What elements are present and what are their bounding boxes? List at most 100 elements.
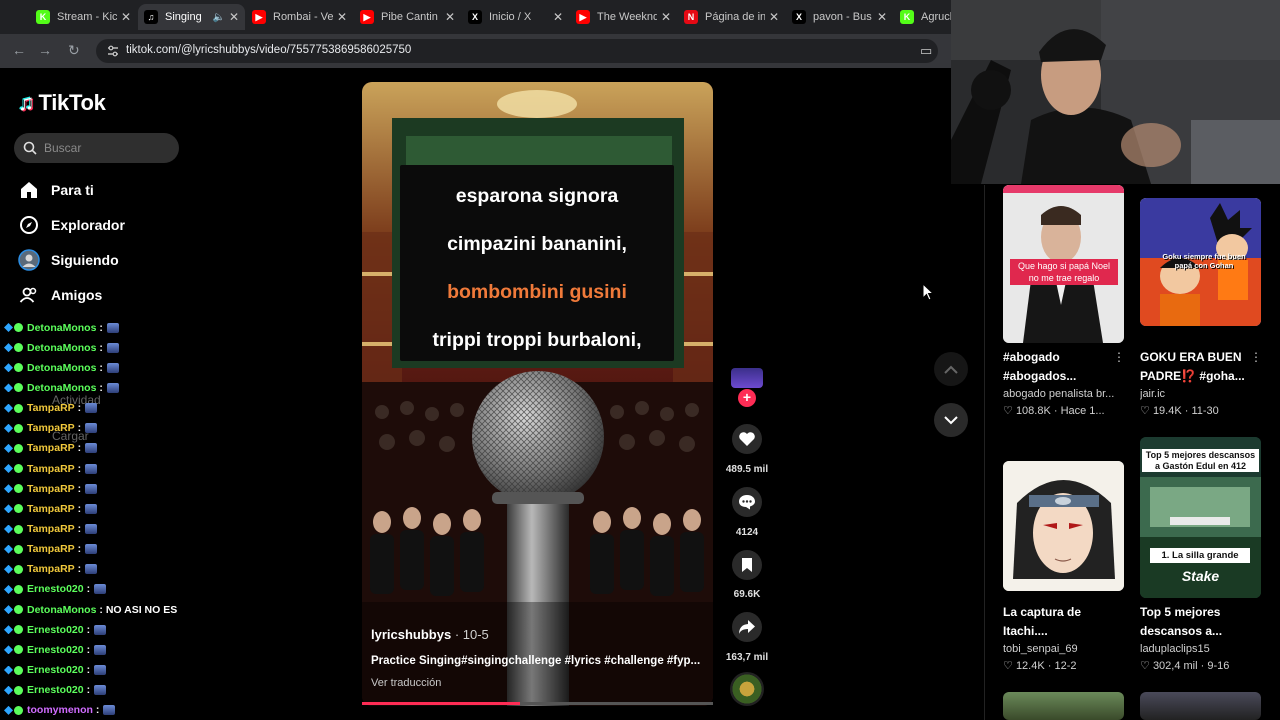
chat-message: TampaRP: (4, 481, 98, 496)
chat-badge-icon (4, 685, 13, 695)
netflix-icon: N (684, 10, 698, 24)
forward-icon[interactable]: → (38, 42, 52, 58)
see-translation-link[interactable]: Ver traducción (371, 677, 441, 689)
chat-text: : (77, 422, 82, 435)
browser-address-bar: ← → ↻ tiktok.com/@lyricshubbys/video/755… (0, 34, 952, 68)
url-field[interactable]: tiktok.com/@lyricshubbys/video/755775386… (96, 39, 938, 63)
video-caption[interactable]: Practice Singing#singingchallenge #lyric… (371, 655, 700, 667)
more-options-icon[interactable]: ⋮ (1113, 350, 1125, 364)
rec-thumbnail-2[interactable]: Goku siempre fue buen papá con Gohan (1140, 198, 1261, 326)
chat-badge-icon (4, 383, 13, 393)
close-tab-icon[interactable]: ✕ (337, 10, 347, 24)
chat-username: Ernesto020 (27, 664, 84, 677)
chat-text: : (86, 684, 91, 697)
search-input[interactable]: Buscar (14, 133, 179, 163)
rec-thumbnail-6[interactable] (1140, 692, 1261, 720)
nav-explore[interactable]: Explorador (18, 214, 125, 236)
nav-friends[interactable]: Amigos (18, 284, 102, 306)
chat-badge-icon (14, 645, 23, 655)
browser-tab[interactable]: ▶ The Weeknd ✕ (570, 4, 677, 30)
chat-badge-icon (14, 343, 23, 353)
chat-badge-icon (4, 443, 13, 453)
chat-badge-icon (14, 524, 23, 534)
comment-button[interactable] (732, 487, 762, 517)
browser-tab[interactable]: X Inicio / X ✕ (462, 4, 569, 30)
chat-username: DetonaMonos (27, 321, 97, 334)
more-options-icon[interactable]: ⋮ (1250, 350, 1262, 364)
following-avatar-icon (18, 249, 40, 271)
rec-title-4[interactable]: Top 5 mejores descansos a... (1140, 603, 1264, 641)
close-tab-icon[interactable]: ✕ (121, 10, 131, 24)
cast-icon[interactable]: ▭ (920, 43, 932, 59)
chat-text: : (77, 563, 82, 576)
save-button[interactable] (732, 550, 762, 580)
sound-disc-icon[interactable] (730, 672, 764, 706)
rec-stats-1: ♡ 108.8K · Hace 1... (1003, 405, 1105, 417)
heart-icon (739, 432, 755, 446)
rec-author-4[interactable]: laduplaclips15 (1140, 643, 1264, 655)
chat-username: TampaRP (27, 442, 75, 455)
rec-author-1[interactable]: abogado penalista br... (1003, 388, 1127, 400)
rec-thumbnail-3[interactable] (1003, 461, 1124, 591)
close-tab-icon[interactable]: ✕ (877, 10, 887, 24)
chat-badge-icon (14, 383, 23, 393)
tiktok-logo[interactable]: ♫ TikTok (18, 90, 106, 116)
compass-icon (18, 214, 40, 236)
chat-badge-icon (14, 685, 23, 695)
creator-avatar[interactable] (731, 368, 763, 388)
nav-for-you[interactable]: Para ti (18, 179, 94, 201)
reload-icon[interactable]: ↻ (68, 42, 80, 59)
rec-thumbnail-1[interactable]: Que hago si papá Noel no me trae regalo (1003, 185, 1124, 343)
chat-username: TampaRP (27, 482, 75, 495)
next-video-button[interactable] (934, 403, 968, 437)
chat-badge-icon (14, 403, 23, 413)
chat-badge-icon (14, 584, 23, 594)
close-tab-icon[interactable]: ✕ (769, 10, 779, 24)
chat-emote-icon (85, 443, 98, 454)
browser-tab[interactable]: K Stream - Kick ✕ (30, 4, 137, 30)
chat-message: DetonaMonos: NO ASI NO ES (4, 602, 177, 617)
close-tab-icon[interactable]: ✕ (229, 10, 239, 24)
nav-following[interactable]: Siguiendo (18, 249, 119, 271)
tab-audio-icon[interactable]: 🔈 (212, 12, 224, 23)
tab-title: The Weeknd (597, 11, 657, 23)
friends-icon (18, 284, 40, 306)
chat-text: : (99, 381, 103, 394)
rec-title-1[interactable]: #abogado #abogados... (1003, 348, 1127, 386)
rec-thumbnail-4[interactable]: Top 5 mejores descansos a Gastón Edul en… (1140, 437, 1261, 598)
rec-author-2[interactable]: jair.ic (1140, 388, 1264, 400)
rec-thumbnail-5[interactable] (1003, 692, 1124, 720)
chat-badge-icon (14, 564, 23, 574)
share-button[interactable] (732, 612, 762, 642)
chat-text: : (77, 442, 82, 455)
browser-tab[interactable]: ▶ Rombai - Ve ✕ (246, 4, 353, 30)
like-button[interactable] (732, 424, 762, 454)
back-icon[interactable]: ← (12, 42, 26, 58)
rec-author-3[interactable]: tobi_senpai_69 (1003, 643, 1127, 655)
chat-message: TampaRP: (4, 501, 98, 516)
browser-tab[interactable]: Xpavon - Bus ✕ (786, 4, 893, 30)
video-progress-fill (362, 702, 520, 705)
rec-title-2[interactable]: GOKU ERA BUEN PADRE⁉️ #goha... (1140, 348, 1264, 386)
chat-badge-icon (14, 625, 23, 635)
webcam-overlay (951, 0, 1280, 184)
chat-text: : NO ASI NO ES (99, 603, 178, 616)
chat-badge-icon (4, 484, 13, 494)
browser-tab[interactable]: ♫ Singing 🔈 ✕ (138, 4, 245, 30)
rec-overlay-2: Goku siempre fue buen papá con Gohan (1162, 252, 1246, 270)
chat-message: Ernesto020: (4, 683, 107, 698)
browser-tab[interactable]: N Página de in ✕ (678, 4, 785, 30)
browser-tab[interactable]: ▶ Pibe Cantin ✕ (354, 4, 461, 30)
close-tab-icon[interactable]: ✕ (661, 10, 671, 24)
site-settings-icon[interactable] (106, 44, 120, 58)
chat-emote-icon (85, 423, 98, 434)
close-tab-icon[interactable]: ✕ (553, 10, 563, 24)
url-text: tiktok.com/@lyricshubbys/video/755775386… (126, 44, 412, 56)
chat-text: : (99, 341, 103, 354)
previous-video-button[interactable] (934, 352, 968, 386)
video-author[interactable]: lyricshubbys · 10-5 (371, 627, 489, 642)
chat-emote-icon (85, 483, 98, 494)
close-tab-icon[interactable]: ✕ (445, 10, 455, 24)
rec-title-3[interactable]: La captura de Itachi.... (1003, 603, 1127, 641)
follow-plus-icon[interactable]: + (738, 389, 756, 407)
